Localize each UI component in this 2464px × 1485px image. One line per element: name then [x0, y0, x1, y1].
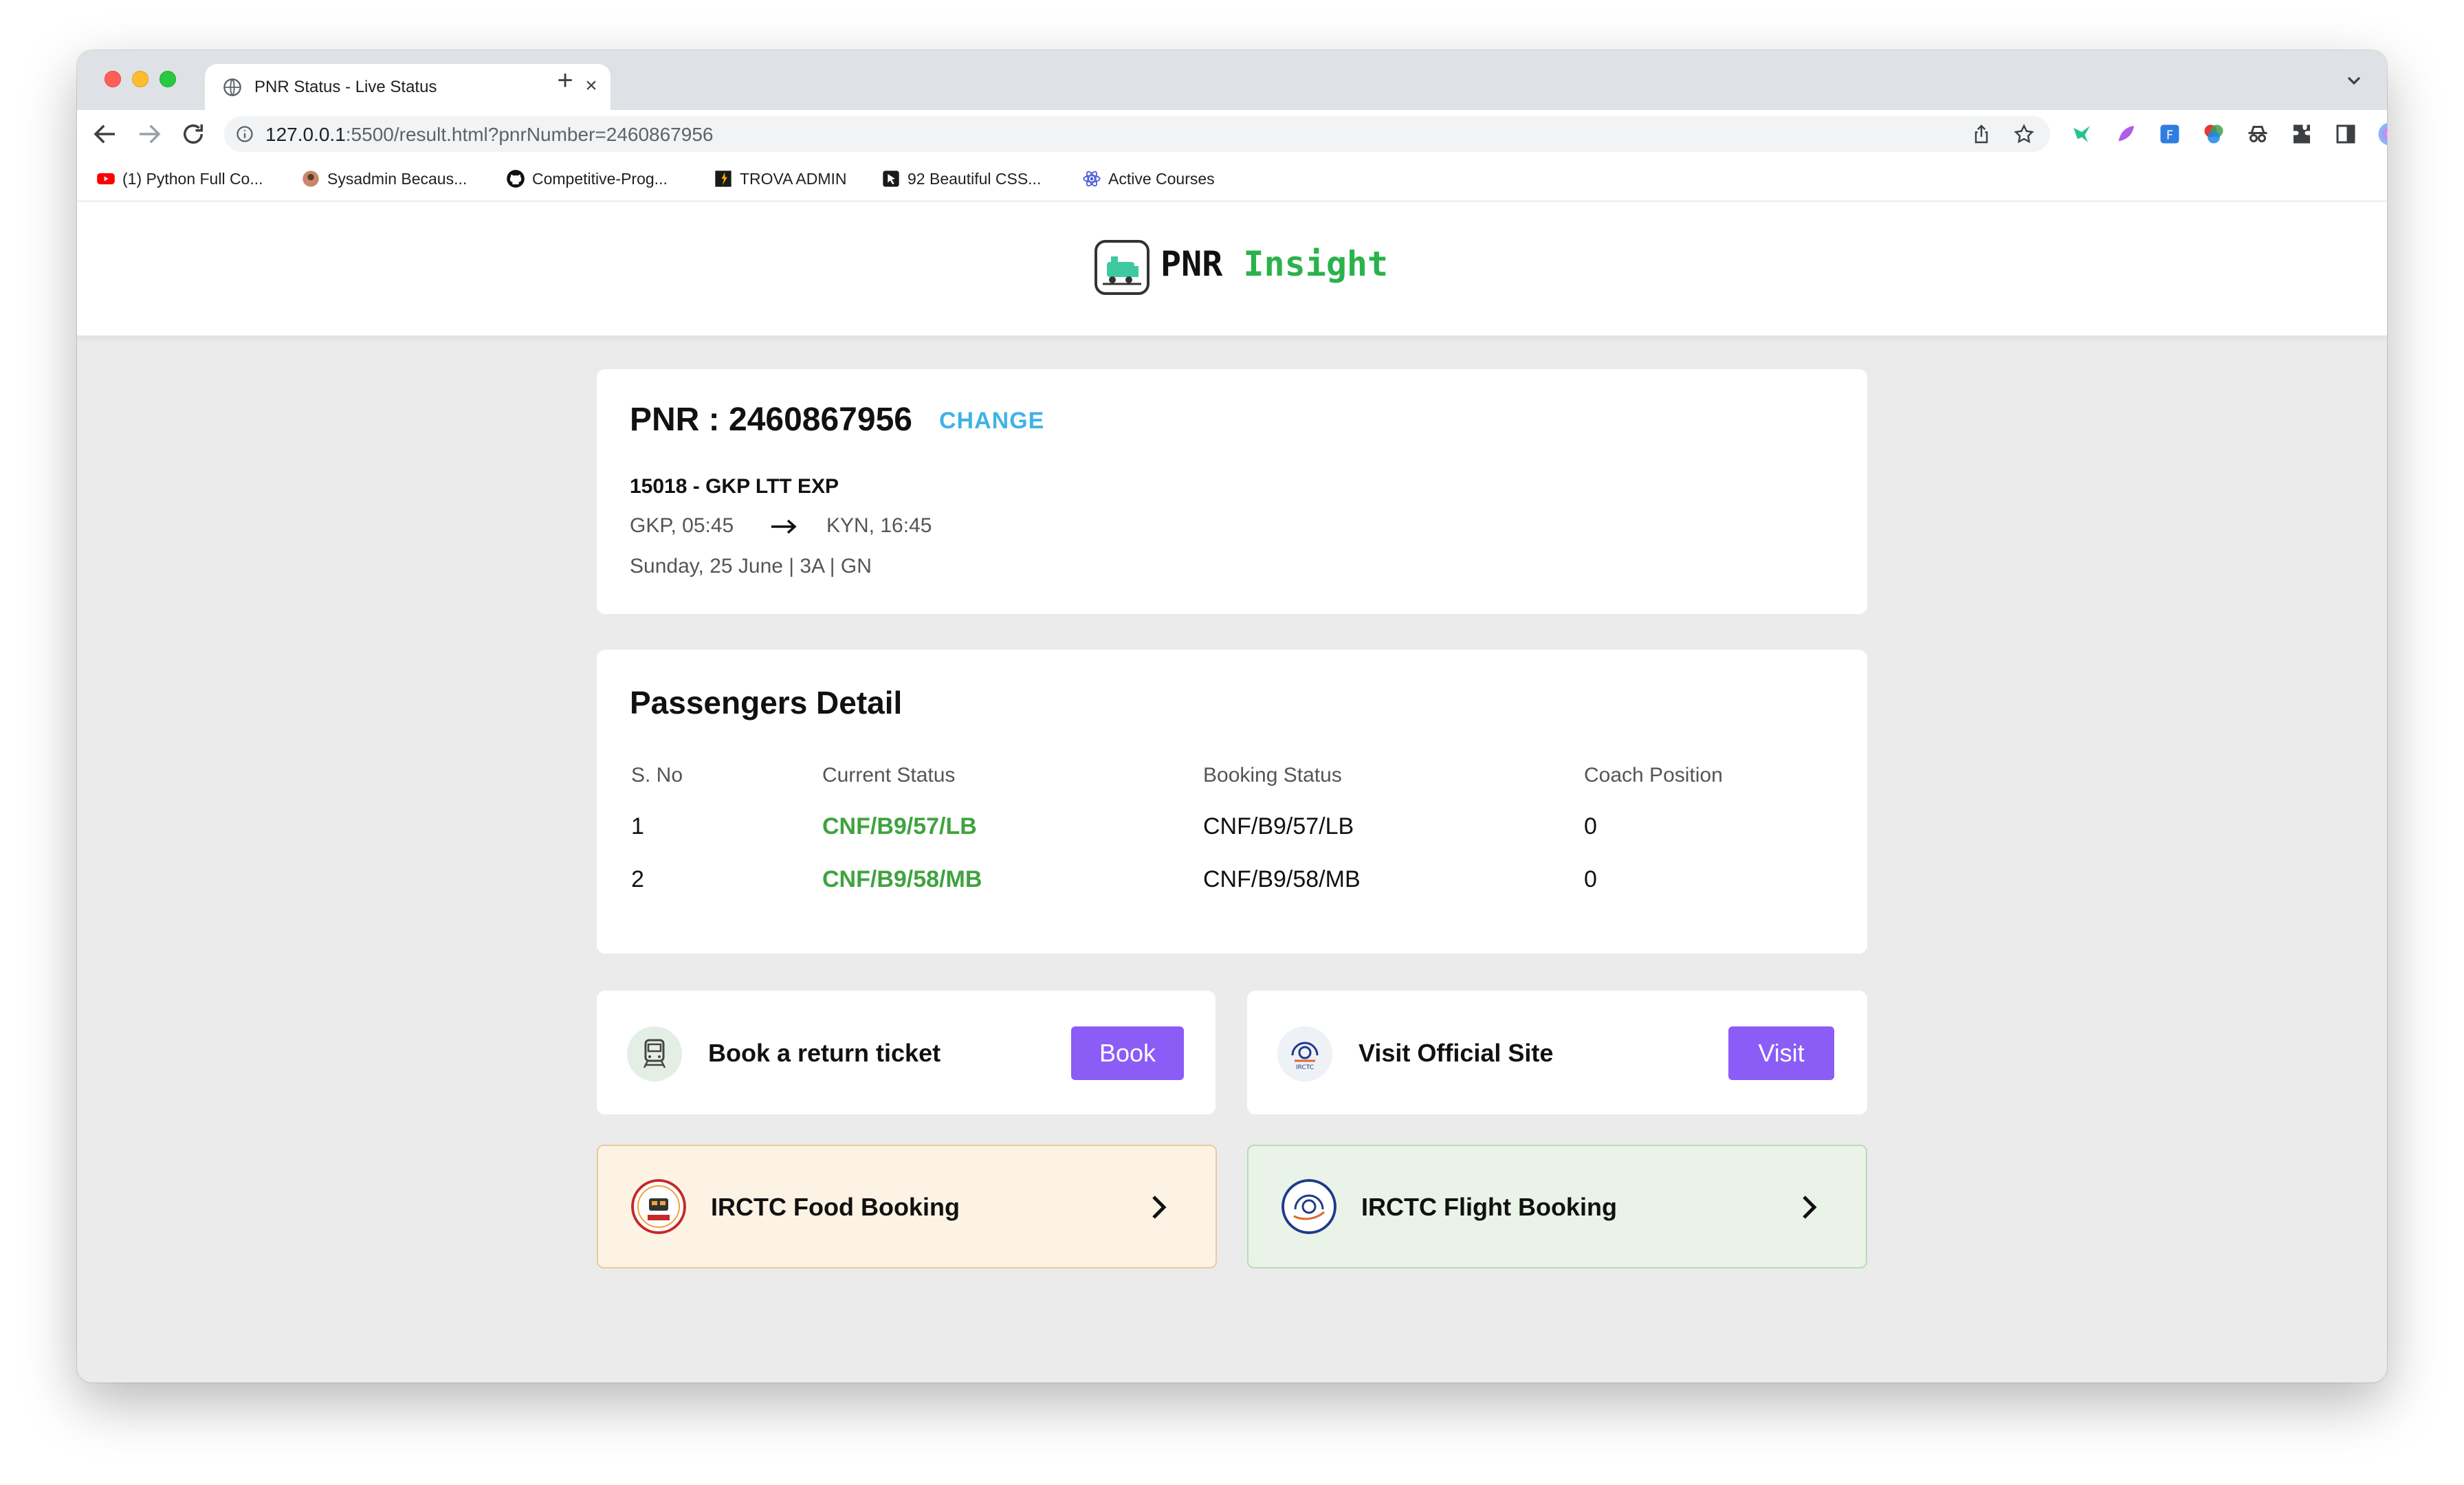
maximize-window-button[interactable]: [160, 71, 176, 87]
info-icon[interactable]: [235, 124, 254, 144]
font-extension-icon[interactable]: F: [2157, 122, 2182, 146]
journey-details: Sunday, 25 June | 3A | GN: [630, 555, 872, 578]
chevron-right-icon: [1152, 1196, 1167, 1219]
bookmark-label: TROVA ADMIN: [740, 169, 847, 188]
passenger-sno: 1: [631, 813, 644, 839]
official-site-label: Visit Official Site: [1358, 1039, 1554, 1067]
react-icon: [1083, 170, 1101, 187]
bookmark-label: Competitive-Prog...: [532, 169, 668, 188]
share-icon[interactable]: [1970, 123, 1992, 145]
booking-status: CNF/B9/57/LB: [1203, 813, 1354, 839]
tab-strip: PNR Status - Live Status × +: [77, 50, 2387, 110]
pnr-card: PNR : 2460867956 CHANGE 15018 - GKP LTT …: [597, 369, 1867, 614]
avatar-icon: [302, 170, 319, 187]
current-status: CNF/B9/58/MB: [822, 866, 982, 892]
url-path: :5500/result.html?pnrNumber=2460867956: [345, 124, 714, 145]
cursor-icon: [883, 170, 899, 187]
tab-title: PNR Status - Live Status: [254, 78, 437, 96]
back-arrow-icon[interactable]: [91, 120, 120, 148]
food-booking-label: IRCTC Food Booking: [711, 1193, 960, 1221]
site-logo[interactable]: PNR Insight: [1160, 244, 1388, 284]
close-tab-icon[interactable]: ×: [579, 74, 604, 98]
browser-toolbar: 127.0.0.1:5500/result.html?pnrNumber=246…: [77, 110, 2387, 158]
chevron-down-icon[interactable]: [2343, 69, 2365, 91]
bookmark-label: Active Courses: [1108, 169, 1215, 188]
train-name: 15018 - GKP LTT EXP: [630, 475, 839, 498]
browser-window: PNR Status - Live Status × + 127.0.0.1:5…: [77, 50, 2387, 1383]
column-header: Coach Position: [1584, 764, 1723, 786]
passenger-sno: 2: [631, 866, 644, 892]
irctc-flight-icon: [1282, 1179, 1336, 1234]
logo-pnr: PNR: [1160, 244, 1223, 284]
current-status: CNF/B9/57/LB: [822, 813, 977, 839]
site-header: PNR Insight: [77, 201, 2387, 336]
bookmark-trova[interactable]: TROVA ADMIN: [714, 168, 847, 190]
logo-insight: Insight: [1243, 244, 1389, 284]
youtube-icon: [97, 173, 115, 185]
column-header: Booking Status: [1203, 764, 1342, 786]
column-header: S. No: [631, 764, 683, 786]
train-icon: [627, 1026, 682, 1081]
feather-extension-icon[interactable]: [2113, 122, 2138, 146]
bookmark-label: Sysadmin Becaus...: [327, 169, 468, 188]
bookmark-css[interactable]: 92 Beautiful CSS...: [881, 168, 1041, 190]
hummingbird-extension-icon[interactable]: [2069, 122, 2094, 146]
forward-arrow-icon[interactable]: [135, 120, 164, 148]
bookmark-python[interactable]: (1) Python Full Co...: [96, 168, 263, 190]
arrival: KYN, 16:45: [826, 514, 932, 537]
official-site-card: IRCTC Visit Official Site Visit: [1247, 991, 1867, 1114]
column-header: Current Status: [822, 764, 956, 786]
profile-avatar-icon[interactable]: [2377, 122, 2387, 146]
change-pnr-link[interactable]: CHANGE: [939, 408, 1044, 434]
departure: GKP, 05:45: [630, 514, 734, 537]
bookmark-label: 92 Beautiful CSS...: [908, 169, 1042, 188]
pnr-number: PNR : 2460867956: [630, 402, 912, 438]
side-panel-icon[interactable]: [2333, 122, 2358, 146]
chevron-right-icon: [1803, 1196, 1817, 1219]
close-window-button[interactable]: [104, 71, 121, 87]
passengers-card: Passengers Detail S. No Current Status B…: [597, 650, 1867, 954]
bookmark-sysadmin[interactable]: Sysadmin Becaus...: [301, 168, 467, 190]
bookmark-star-icon[interactable]: [2013, 123, 2035, 145]
url-text[interactable]: 127.0.0.1:5500/result.html?pnrNumber=246…: [265, 124, 713, 146]
arrow-right-icon: [771, 519, 797, 534]
booking-status: CNF/B9/58/MB: [1203, 866, 1361, 892]
incognito-extension-icon[interactable]: [2245, 122, 2270, 146]
puzzle-extensions-icon[interactable]: [2289, 122, 2314, 146]
irctc-food-icon: [631, 1179, 686, 1234]
flight-booking-label: IRCTC Flight Booking: [1361, 1193, 1617, 1221]
return-ticket-label: Book a return ticket: [708, 1039, 941, 1067]
address-bar[interactable]: 127.0.0.1:5500/result.html?pnrNumber=246…: [224, 116, 2050, 152]
food-booking-link[interactable]: IRCTC Food Booking: [597, 1145, 1217, 1268]
bookmark-label: (1) Python Full Co...: [122, 169, 263, 188]
github-icon: [507, 170, 525, 188]
passengers-title: Passengers Detail: [630, 685, 903, 720]
bookmarks-bar: (1) Python Full Co... Sysadmin Becaus...…: [77, 158, 2387, 201]
reload-icon[interactable]: [179, 120, 208, 148]
bookmark-active-courses[interactable]: Active Courses: [1082, 168, 1215, 190]
color-picker-extension-icon[interactable]: [2201, 122, 2226, 146]
coach-position: 0: [1584, 866, 1597, 892]
bookmark-competitive[interactable]: Competitive-Prog...: [506, 168, 668, 190]
url-host: 127.0.0.1: [265, 124, 346, 145]
flight-booking-link[interactable]: IRCTC Flight Booking: [1247, 1145, 1867, 1268]
page-content: PNR Insight PNR : 2460867956 CHANGE 1501…: [77, 201, 2387, 1383]
globe-icon: [223, 78, 241, 96]
irctc-logo-icon: IRCTC: [1277, 1026, 1332, 1081]
visit-button[interactable]: Visit: [1728, 1026, 1834, 1080]
svg-text:F: F: [2166, 129, 2173, 143]
coach-position: 0: [1584, 813, 1597, 839]
return-ticket-card: Book a return ticket Book: [597, 991, 1216, 1114]
train-logo-icon[interactable]: [1093, 239, 1151, 296]
book-button[interactable]: Book: [1071, 1026, 1184, 1080]
trova-icon: [715, 170, 732, 187]
svg-text:IRCTC: IRCTC: [1296, 1064, 1314, 1071]
new-tab-button[interactable]: +: [550, 65, 580, 96]
minimize-window-button[interactable]: [132, 71, 148, 87]
